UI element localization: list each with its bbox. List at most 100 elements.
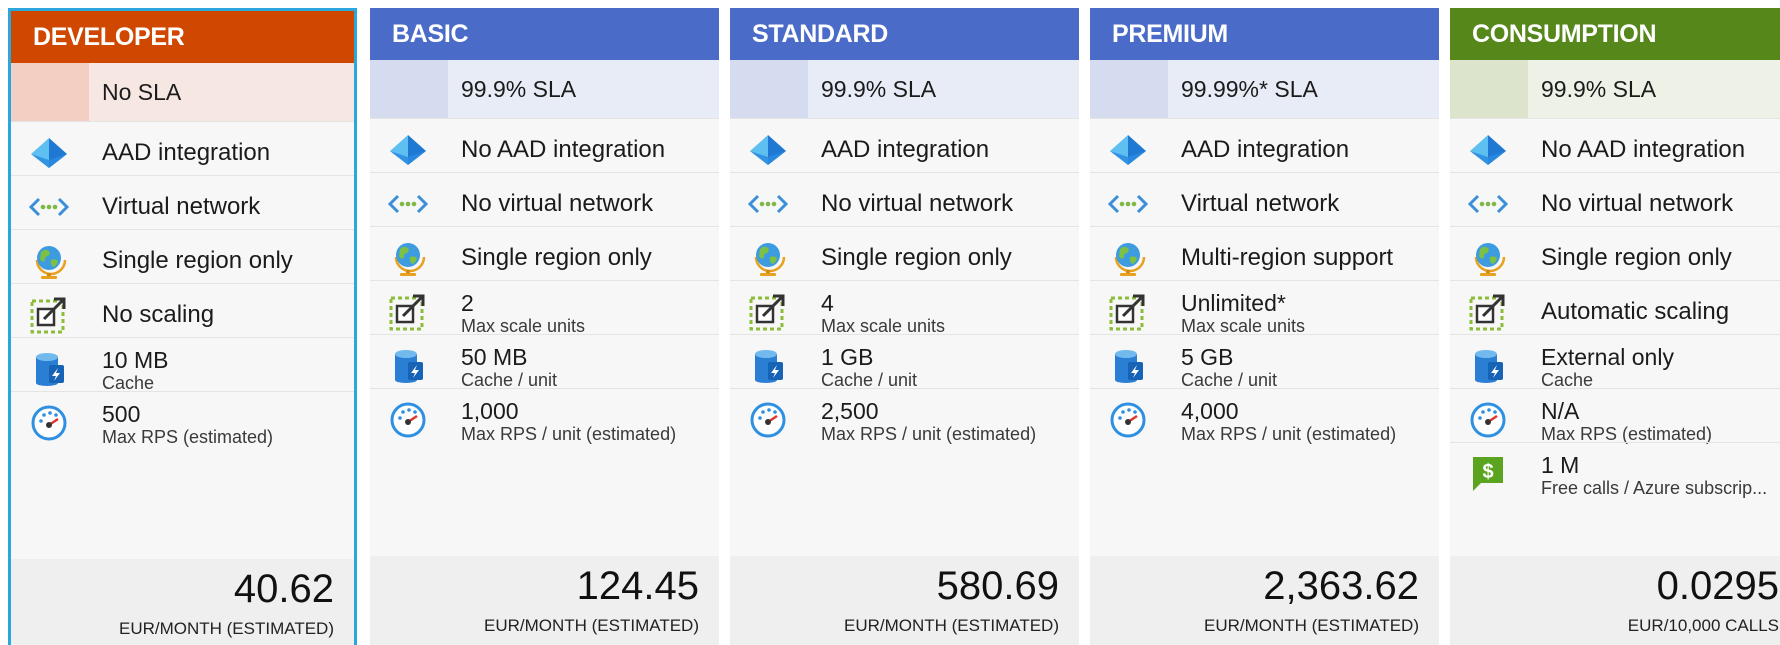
price-value: 40.62 [233, 567, 334, 611]
feature-calls: $ 1 M Free calls / Azure subscrip... [1450, 442, 1780, 504]
feature-vnet: No virtual network [1450, 172, 1780, 234]
speedometer-icon [1468, 402, 1508, 438]
tier-name: PREMIUM [1090, 8, 1439, 60]
feature-cache-label: Cache / unit [461, 370, 558, 390]
feature-scale-value: 2 [461, 290, 474, 316]
feature-rps: 500 Max RPS (estimated) [11, 391, 354, 453]
sla-row: 99.9% SLA [1450, 60, 1780, 118]
price-unit: EUR/MONTH (ESTIMATED) [483, 616, 699, 635]
feature-aad: No AAD integration [1450, 118, 1780, 180]
sla-row: 99.9% SLA [370, 60, 719, 118]
aad-diamond-icon [1108, 132, 1148, 168]
aad-diamond-icon [1468, 132, 1508, 168]
tier-name: CONSUMPTION [1450, 8, 1780, 60]
feature-rps: 2,500 Max RPS / unit (estimated) [730, 388, 1079, 450]
feature-rps-value: 500 [102, 401, 141, 427]
cache-icon [1108, 348, 1148, 384]
virtual-network-icon [388, 186, 428, 222]
price-value: 2,363.62 [1263, 564, 1419, 608]
feature-cache: External only Cache [1450, 334, 1780, 396]
feature-rps-value: 1,000 [461, 398, 519, 424]
price-area: 0.0295 EUR/10,000 CALLS [1450, 556, 1780, 645]
price-value: 580.69 [936, 564, 1059, 608]
feature-cache: 1 GB Cache / unit [730, 334, 1079, 396]
speedometer-icon [29, 405, 69, 441]
globe-icon [748, 240, 788, 276]
feature-scale-value: 4 [821, 290, 834, 316]
feature-region: Single region only [370, 226, 719, 288]
price-area: 580.69 EUR/MONTH (ESTIMATED) [730, 556, 1079, 645]
feature-rps-value: N/A [1541, 398, 1580, 424]
globe-icon [388, 240, 428, 276]
feature-scale-label: Max scale units [1181, 316, 1306, 336]
sla-row: 99.9% SLA [730, 60, 1079, 118]
scale-icon [1108, 294, 1148, 331]
feature-region: Single region only [1450, 226, 1780, 288]
price-unit: EUR/MONTH (ESTIMATED) [843, 616, 1059, 635]
sla-text: 99.9% SLA [821, 76, 937, 102]
feature-calls-value: 1 M [1541, 452, 1580, 478]
sla-tile [730, 60, 808, 118]
aad-diamond-icon [748, 132, 788, 168]
virtual-network-icon [29, 189, 69, 225]
speedometer-icon [1108, 402, 1148, 438]
aad-diamond-icon [29, 135, 69, 171]
globe-icon [1108, 240, 1148, 276]
pricing-tier-card-standard[interactable]: STANDARD 99.9% SLA AAD integration No vi… [730, 8, 1079, 645]
feature-region: Single region only [730, 226, 1079, 288]
feature-cache: 50 MB Cache / unit [370, 334, 719, 396]
price-unit: EUR/MONTH (ESTIMATED) [118, 619, 334, 638]
cache-icon [388, 348, 428, 384]
feature-rps: N/A Max RPS (estimated) [1450, 388, 1780, 450]
tier-name: DEVELOPER [11, 11, 354, 63]
feature-vnet: Virtual network [1090, 172, 1439, 234]
feature-rps-label: Max RPS / unit (estimated) [821, 424, 1037, 444]
sla-row: No SLA [11, 63, 354, 121]
aad-diamond-icon [388, 132, 428, 168]
virtual-network-icon [1108, 186, 1148, 222]
feature-rps-label: Max RPS / unit (estimated) [461, 424, 677, 444]
feature-rps-label: Max RPS / unit (estimated) [1181, 424, 1397, 444]
feature-scale-label: Max scale units [461, 316, 586, 336]
globe-icon [29, 243, 69, 279]
cache-icon [29, 351, 69, 387]
sla-text: 99.9% SLA [1541, 76, 1657, 102]
price-area: 2,363.62 EUR/MONTH (ESTIMATED) [1090, 556, 1439, 645]
virtual-network-icon [1468, 186, 1508, 222]
price-unit: EUR/MONTH (ESTIMATED) [1203, 616, 1419, 635]
feature-calls-label: Free calls / Azure subscrip... [1541, 478, 1768, 498]
scale-icon [388, 294, 428, 331]
sla-tile [370, 60, 448, 118]
feature-scale: Automatic scaling [1450, 280, 1780, 342]
price-area: 124.45 EUR/MONTH (ESTIMATED) [370, 556, 719, 645]
sla-tile [1450, 60, 1528, 118]
speedometer-icon [388, 402, 428, 438]
scale-icon [748, 294, 788, 331]
feature-cache-label: Cache / unit [821, 370, 918, 390]
feature-cache-label: Cache [102, 373, 155, 393]
price-area: 40.62 EUR/MONTH (ESTIMATED) [11, 559, 354, 645]
feature-cache: 5 GB Cache / unit [1090, 334, 1439, 396]
price-value: 124.45 [576, 564, 699, 608]
svg-text:$: $ [1482, 461, 1493, 483]
scale-icon [1468, 294, 1508, 331]
tier-name: STANDARD [730, 8, 1079, 60]
pricing-tier-card-consumption[interactable]: CONSUMPTION 99.9% SLA No AAD integration… [1450, 8, 1780, 645]
feature-rps-value: 4,000 [1181, 398, 1239, 424]
feature-cache-value: 50 MB [461, 344, 528, 370]
pricing-tier-card-basic[interactable]: BASIC 99.9% SLA No AAD integration No vi… [370, 8, 719, 645]
tier-name: BASIC [370, 8, 719, 60]
feature-rps-label: Max RPS (estimated) [1541, 424, 1713, 444]
feature-rps: 4,000 Max RPS / unit (estimated) [1090, 388, 1439, 450]
feature-cache-label: Cache [1541, 370, 1594, 390]
feature-cache-value: 10 MB [102, 347, 169, 373]
price-value: 0.0295 [1656, 564, 1779, 608]
sla-text: No SLA [102, 79, 182, 105]
pricing-tier-card-developer[interactable]: DEVELOPER No SLA AAD integration Virtual… [8, 8, 357, 645]
sla-tile [11, 63, 89, 121]
dollar-icon: $ [1468, 456, 1508, 492]
sla-tile [1090, 60, 1168, 118]
feature-cache-value: 5 GB [1181, 344, 1234, 370]
pricing-tier-card-premium[interactable]: PREMIUM 99.99%* SLA AAD integration Virt… [1090, 8, 1439, 645]
speedometer-icon [748, 402, 788, 438]
